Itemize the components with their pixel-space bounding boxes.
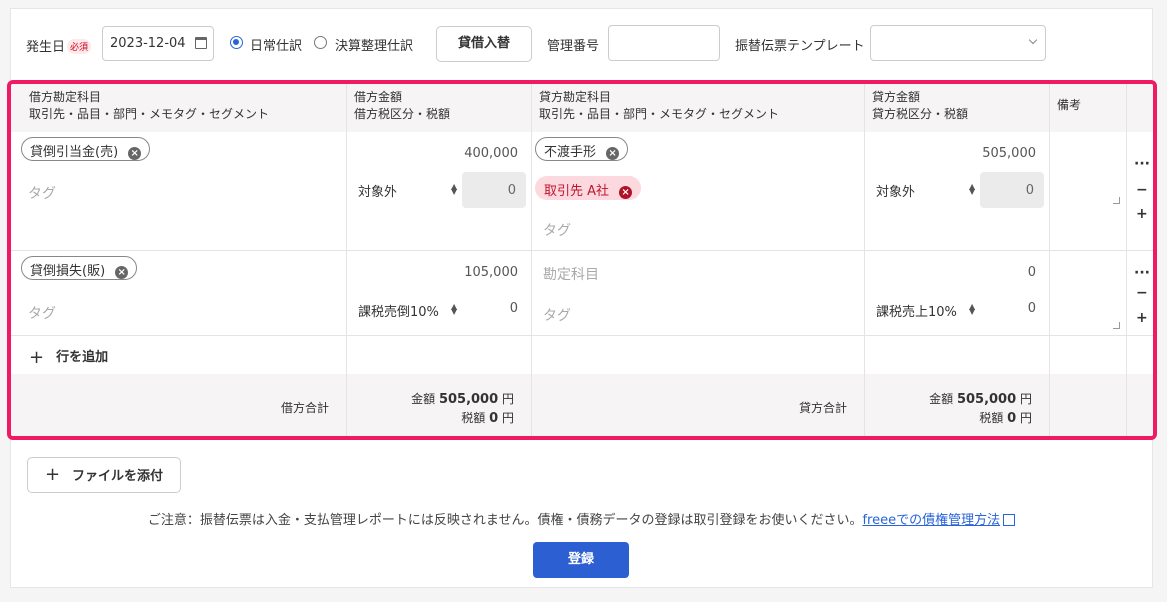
remove-row-icon[interactable]: − <box>1136 183 1148 197</box>
plus-icon: + <box>29 347 45 368</box>
radio-closing-label: 決算整理仕訳 <box>335 39 414 54</box>
select-arrows-icon: ▲ ▼ <box>969 302 976 316</box>
col-debit-amount: 借方金額 借方税区分・税額 <box>354 90 451 121</box>
radio-closing-entry[interactable] <box>314 36 327 49</box>
credit-total: 金額 505,000 円 税額 0 円 <box>929 392 1032 426</box>
memo-resize-handle[interactable] <box>1113 322 1120 329</box>
close-icon[interactable]: × <box>619 186 633 199</box>
close-icon[interactable]: × <box>606 147 620 160</box>
credit-amount-input[interactable]: 0 <box>929 265 1036 280</box>
close-icon[interactable]: × <box>115 266 129 279</box>
management-number-label: 管理番号 <box>547 39 600 54</box>
external-link-icon[interactable] <box>1003 514 1016 526</box>
add-row-icon[interactable]: + <box>1136 311 1148 325</box>
divider <box>531 374 532 436</box>
notice: ご注意：振替伝票は入金・支払管理レポートには反映されません。債権・債務データの登… <box>11 509 1152 528</box>
chevron-down-icon <box>1028 35 1038 45</box>
col-credit-amount: 貸方金額 貸方税区分・税額 <box>872 90 969 121</box>
debit-tax-amount: 0 <box>509 301 518 316</box>
debit-amount-input[interactable]: 105,000 <box>411 265 518 280</box>
receivables-help-link[interactable]: freeeでの債権管理方法 <box>862 513 1000 528</box>
debit-total-label: 借方合計 <box>280 401 329 415</box>
radio-normal-entry[interactable] <box>230 36 243 49</box>
date-value: 2023-12-04 <box>110 36 186 51</box>
debit-total: 金額 505,000 円 税額 0 円 <box>411 392 514 426</box>
debit-amount-input[interactable]: 400,000 <box>411 146 518 161</box>
remove-row-icon[interactable]: − <box>1136 286 1148 300</box>
totals-footer: 借方合計 金額 505,000 円 税額 0 円 貸方合計 金額 505,000… <box>11 374 1153 436</box>
debit-tax-select[interactable]: 課税売倒10% <box>358 301 439 320</box>
credit-account-input[interactable]: 勘定科目 <box>543 264 599 284</box>
select-arrows-icon: ▲ ▼ <box>969 182 976 196</box>
col-credit-account: 貸方勘定科目 取引先・品目・部門・メモタグ・セグメント <box>539 90 780 121</box>
credit-tag-input[interactable]: タグ <box>543 220 571 240</box>
debit-account-tag[interactable]: 貸倒引当金(売) × <box>21 137 151 161</box>
debit-account-tag[interactable]: 貸倒損失(販) × <box>21 256 138 280</box>
col-debit-account: 借方勘定科目 取引先・品目・部門・メモタグ・セグメント <box>29 90 270 121</box>
plus-icon: + <box>44 464 61 485</box>
add-row-icon[interactable]: + <box>1136 207 1148 221</box>
select-arrows-icon: ▲ ▼ <box>451 302 458 316</box>
divider <box>11 250 1153 251</box>
divider <box>864 374 865 436</box>
debit-tag-input[interactable]: タグ <box>28 303 56 323</box>
debit-tax-select[interactable]: 対象外 <box>358 181 397 200</box>
date-label: 発生日 必須 <box>26 36 92 55</box>
credit-tax-select[interactable]: 課税売上10% <box>876 301 957 320</box>
credit-tax-amount: 0 <box>1027 301 1036 316</box>
credit-tax-select[interactable]: 対象外 <box>876 181 915 200</box>
radio-normal-label: 日常仕訳 <box>250 39 303 54</box>
credit-total-label: 貸方合計 <box>798 401 847 415</box>
journal-table: 借方勘定科目 取引先・品目・部門・メモタグ・セグメント 借方金額 借方税区分・税額 … <box>7 80 1157 440</box>
divider <box>1049 374 1050 436</box>
add-row-button[interactable]: + 行を追加 <box>29 346 108 368</box>
required-badge: 必須 <box>67 39 92 54</box>
close-icon[interactable]: × <box>128 147 142 160</box>
template-select[interactable] <box>870 25 1046 61</box>
credit-tax-amount: 0 <box>980 172 1044 208</box>
credit-amount-input[interactable]: 505,000 <box>929 146 1036 161</box>
divider <box>1126 374 1127 436</box>
notice-text: ご注意：振替伝票は入金・支払管理レポートには反映されません。債権・債務データの登… <box>147 513 863 528</box>
credit-partner-tag[interactable]: 取引先 A社 × <box>535 176 642 200</box>
memo-resize-handle[interactable] <box>1113 197 1120 204</box>
credit-tag-input[interactable]: タグ <box>543 305 571 325</box>
date-input[interactable]: 2023-12-04 <box>102 26 214 61</box>
attach-file-button[interactable]: + ファイルを添付 <box>27 457 181 493</box>
divider <box>11 335 1153 336</box>
swap-debit-credit-button[interactable]: 貸借入替 <box>436 26 532 62</box>
management-number-input[interactable] <box>608 25 720 61</box>
calendar-icon[interactable] <box>195 37 207 49</box>
journal-entry-form: 発生日 必須 2023-12-04 日常仕訳 決算整理仕訳 貸借入替 管理番号 振… <box>7 8 1157 588</box>
submit-button[interactable]: 登録 <box>533 542 629 578</box>
col-memo: 備考 <box>1057 98 1082 112</box>
credit-account-tag[interactable]: 不渡手形 × <box>535 137 629 161</box>
select-arrows-icon: ▲ ▼ <box>451 182 458 196</box>
debit-tax-amount: 0 <box>462 172 526 208</box>
debit-tag-input[interactable]: タグ <box>28 183 56 203</box>
more-icon[interactable]: ··· <box>1134 157 1150 171</box>
more-icon[interactable]: ··· <box>1134 266 1150 280</box>
template-label: 振替伝票テンプレート <box>735 39 865 54</box>
divider <box>346 374 347 436</box>
form-header: 発生日 必須 2023-12-04 日常仕訳 決算整理仕訳 貸借入替 管理番号 振… <box>11 9 1152 79</box>
